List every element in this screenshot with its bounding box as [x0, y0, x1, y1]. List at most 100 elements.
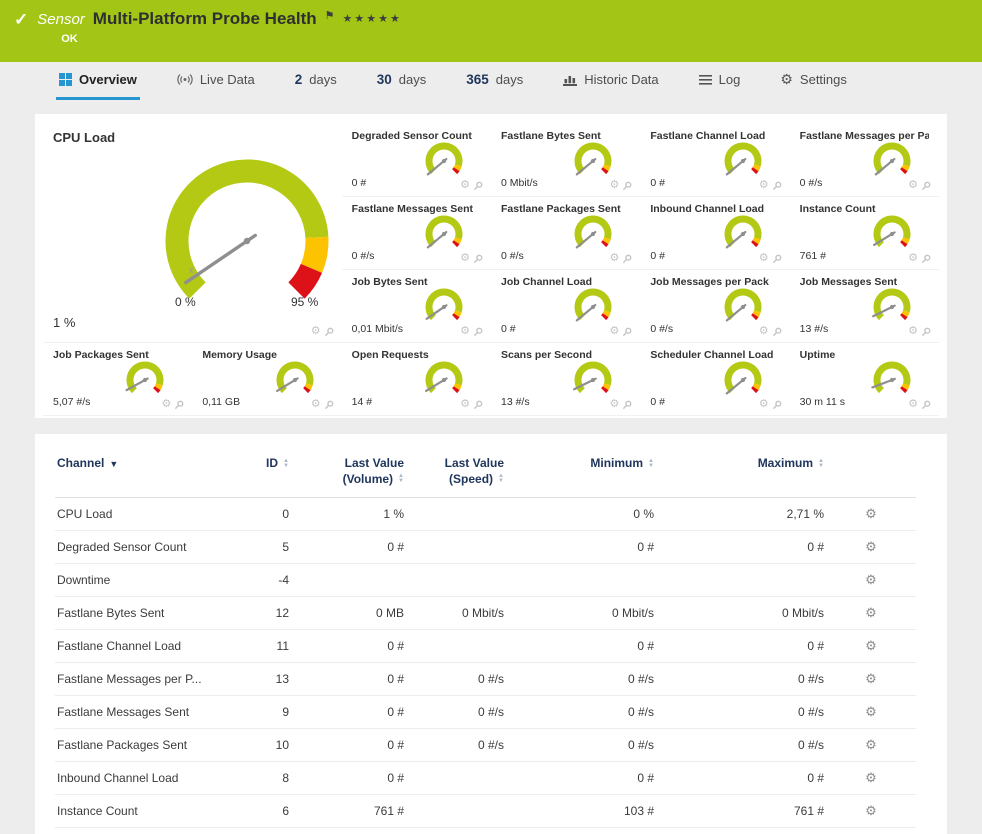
flag-icon[interactable]: ⚑	[325, 9, 335, 22]
cell-channel[interactable]: Downtime	[55, 564, 233, 597]
gauge-cell-job-packages-sent: Job Packages Sent5,07 #/s⚙	[43, 343, 192, 416]
cell-channel[interactable]: Fastlane Messages Sent	[55, 696, 233, 729]
cell-id: 9	[233, 696, 291, 729]
cell-channel[interactable]: Fastlane Packages Sent	[55, 729, 233, 762]
gauge-value: 761 #	[800, 250, 826, 262]
gear-icon[interactable]: ⚙	[908, 180, 918, 191]
cell-channel[interactable]: Fastlane Messages per P...	[55, 663, 233, 696]
pin-icon[interactable]	[622, 254, 632, 264]
channel-settings-gear-icon[interactable]: ⚙	[865, 704, 877, 719]
pin-icon[interactable]	[622, 181, 632, 191]
table-row-degraded-sensor-count: Degraded Sensor Count50 #0 #0 #⚙	[55, 531, 916, 564]
cell-min: 0 %	[506, 498, 656, 531]
pin-icon[interactable]	[921, 181, 931, 191]
priority-stars[interactable]: ★★★★★	[343, 12, 402, 25]
gauge-dial	[720, 210, 766, 258]
cell-channel[interactable]: Fastlane Bytes Sent	[55, 597, 233, 630]
status-check-icon: ✓	[14, 10, 28, 30]
gear-icon[interactable]: ⚙	[609, 253, 619, 264]
table-row-downtime: Downtime-4 ⚙	[55, 564, 916, 597]
gear-icon[interactable]: ⚙	[609, 399, 619, 410]
cell-channel[interactable]: Instance Count	[55, 795, 233, 828]
pin-icon[interactable]	[772, 327, 782, 337]
gear-icon[interactable]: ⚙	[908, 326, 918, 337]
column-header-max[interactable]: Maximum▲▼	[656, 448, 826, 498]
channel-settings-gear-icon[interactable]: ⚙	[865, 803, 877, 818]
cell-channel[interactable]: Fastlane Channel Load	[55, 630, 233, 663]
overview-icon	[59, 73, 72, 86]
tab-overview[interactable]: Overview	[56, 62, 140, 100]
column-header-channel[interactable]: Channel▼	[55, 448, 233, 498]
pin-icon[interactable]	[921, 327, 931, 337]
gear-icon[interactable]: ⚙	[311, 399, 321, 410]
gear-icon[interactable]: ⚙	[460, 180, 470, 191]
status-badge: OK	[61, 33, 402, 45]
column-header-last_speed[interactable]: Last Value(Speed)▲▼	[406, 448, 506, 498]
cell-last_speed: 0 #/s	[406, 696, 506, 729]
gear-icon[interactable]: ⚙	[311, 326, 321, 337]
channel-settings-gear-icon[interactable]: ⚙	[865, 671, 877, 686]
gear-icon[interactable]: ⚙	[759, 399, 769, 410]
cell-last_speed	[406, 564, 506, 597]
cell-channel[interactable]: CPU Load	[55, 498, 233, 531]
cell-actions: ⚙	[826, 762, 916, 795]
cell-channel[interactable]: Inbound Channel Load	[55, 762, 233, 795]
page-title: Multi-Platform Probe Health	[93, 9, 317, 29]
gear-icon[interactable]: ⚙	[609, 326, 619, 337]
tab-2-days[interactable]: 2days	[292, 62, 340, 100]
gear-icon[interactable]: ⚙	[161, 399, 171, 410]
pin-icon[interactable]	[772, 181, 782, 191]
gauge-dial	[421, 137, 467, 185]
gauge-value: 0 #/s	[501, 250, 524, 262]
pin-icon[interactable]	[324, 327, 334, 337]
tab-historic-data[interactable]: Historic Data	[560, 62, 661, 100]
gear-icon[interactable]: ⚙	[609, 180, 619, 191]
pin-icon[interactable]	[772, 400, 782, 410]
gauge-dial	[570, 356, 616, 404]
pin-icon[interactable]	[921, 254, 931, 264]
channel-settings-gear-icon[interactable]: ⚙	[865, 770, 877, 785]
cell-id: -4	[233, 564, 291, 597]
gauge-cell-degraded-sensor-count: Degraded Sensor Count0 #⚙	[342, 124, 491, 197]
channel-settings-gear-icon[interactable]: ⚙	[865, 506, 877, 521]
channel-settings-gear-icon[interactable]: ⚙	[865, 605, 877, 620]
tab-settings[interactable]: ⚙Settings	[777, 62, 850, 100]
gear-icon[interactable]: ⚙	[759, 253, 769, 264]
tab-365-days[interactable]: 365days	[463, 62, 526, 100]
channel-settings-gear-icon[interactable]: ⚙	[865, 539, 877, 554]
gauge-grid: CPU Loadx0 %95 %1 %⚙Degraded Sensor Coun…	[43, 124, 939, 416]
channel-settings-gear-icon[interactable]: ⚙	[865, 737, 877, 752]
column-header-last_volume[interactable]: Last Value(Volume)▲▼	[291, 448, 406, 498]
gear-icon[interactable]: ⚙	[908, 253, 918, 264]
pin-icon[interactable]	[473, 181, 483, 191]
tab-live-data[interactable]: Live Data	[174, 62, 258, 100]
gauge-dial	[720, 137, 766, 185]
gear-icon[interactable]: ⚙	[460, 253, 470, 264]
gear-icon[interactable]: ⚙	[460, 326, 470, 337]
gauge-cell-fastlane-channel-load: Fastlane Channel Load0 #⚙	[640, 124, 789, 197]
pin-icon[interactable]	[622, 400, 632, 410]
gauge-value: 0 Mbit/s	[501, 177, 538, 189]
pin-icon[interactable]	[473, 254, 483, 264]
tab-log[interactable]: Log	[696, 62, 744, 100]
pin-icon[interactable]	[324, 400, 334, 410]
gear-icon[interactable]: ⚙	[908, 399, 918, 410]
cell-id: 11	[233, 630, 291, 663]
cell-channel[interactable]: Degraded Sensor Count	[55, 531, 233, 564]
gear-icon[interactable]: ⚙	[759, 326, 769, 337]
cell-last_volume: 0 #	[291, 630, 406, 663]
tab-30-days[interactable]: 30days	[374, 62, 430, 100]
gauge-value: 0 #	[352, 177, 367, 189]
pin-icon[interactable]	[174, 400, 184, 410]
pin-icon[interactable]	[772, 254, 782, 264]
gear-icon[interactable]: ⚙	[460, 399, 470, 410]
pin-icon[interactable]	[473, 327, 483, 337]
pin-icon[interactable]	[921, 400, 931, 410]
gear-icon[interactable]: ⚙	[759, 180, 769, 191]
pin-icon[interactable]	[473, 400, 483, 410]
pin-icon[interactable]	[622, 327, 632, 337]
channel-settings-gear-icon[interactable]: ⚙	[865, 572, 877, 587]
channel-settings-gear-icon[interactable]: ⚙	[865, 638, 877, 653]
column-header-min[interactable]: Minimum▲▼	[506, 448, 656, 498]
column-header-id[interactable]: ID▲▼	[233, 448, 291, 498]
